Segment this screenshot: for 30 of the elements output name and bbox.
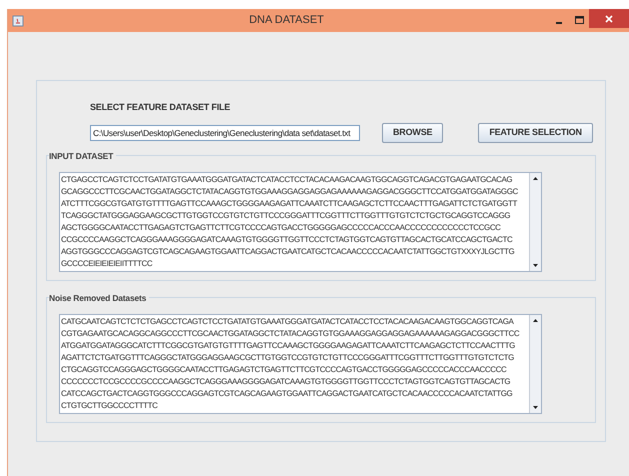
- file-path-field[interactable]: C:\Users\user\Desktop\Geneclustering\Geneclustering\data set\dataset.txt: [90, 124, 360, 140]
- app-icon: [12, 14, 24, 26]
- text-line: GCCCCEIEIEIEIEIITTTTCC: [61, 258, 154, 270]
- text-line: AGATTCTCTGATGGTTTCAGGGCTATGGGAGGAAGCGCTTGTGGTCCGTGTCTGTTCCCGGGATTTCGGTTTCTTGGTTTGTGTCTCTG: [61, 352, 515, 364]
- input-text-area[interactable]: [59, 172, 542, 272]
- text-line: CCCCCCCTCCGCCCCGCCCCAAGGCTCAGGGAAAGGGGAGATCAAAGTGTGGGGTTGGTTCCCTCTAGTGGTCAGTGTTAGCACTG: [61, 376, 512, 388]
- text-line: AGCTGGGGCAATACCTTGAGAGTCTGAGTTCTTCGTCCCCAGTGACCTGGGGGAGCCCCCACCCAACCCCCCCCCCCCTCCGCC: [61, 222, 502, 234]
- feature-selection-button[interactable]: FEATURE SELECTION: [478, 122, 593, 142]
- group-title: Noise Removed Datasets: [49, 292, 150, 304]
- text-line: CTGAGCCTCAGTCTCCTGATATGTGAAATGGGATGATACTCATACCTCCTACACAAGACAAGTGGCAGGTCAGACGTGAGAATGCACAG: [61, 174, 514, 186]
- scrollbar[interactable]: [529, 172, 541, 270]
- output-text-area[interactable]: [59, 314, 542, 414]
- browse-button[interactable]: BROWSE: [382, 122, 444, 142]
- close-icon: [605, 14, 613, 22]
- text-line: CATCCAGCTGACTCAGGTGGGCCCAGGAGTCGTCAGCAGAAGTGGAATTCAGGACTGAATCATGCTCACAACCCCCACAATCTATTGG: [61, 388, 514, 400]
- text-line: CTGCAGGTCCAGGGAGCTGGGGCAATACCTTGAGAGTCTGAGTTCTTCGTCCCCAGTGACCTGGGGGAGCCCCCACCCAACCCCC: [61, 364, 508, 376]
- window-title: DNA DATASET: [248, 13, 325, 28]
- text-line: TCAGGGCTATGGGAGGAAGCGCTTGTGGTCCGTGTCTGTTCCCGGGATTTCGGTTTCTTGGTTTGTGTCTCTGCTGCAGGTCCAGGG: [61, 210, 512, 222]
- file-label: SELECT FEATURE DATASET FILE: [90, 101, 232, 114]
- text-line: CTGTGCTTGGCCCCTTTTC: [61, 400, 158, 412]
- text-line: GCAGGCCCTTCGCAACTGGATAGGCTCTATACAGGTGTGGAAAGGAGGAGGAGAAAAAAGAGGACGGGCTTCCATGGATGGATAGGGC: [61, 186, 519, 198]
- text-line: CGTGAGAATGCACAGGCAGGCCCTTCGCAACTGGATAGGCTCTATACAGGTGTGGAAAGGAGGAGGAGAAAAAAGAGGACGGGCTTCC: [61, 328, 520, 340]
- scrollbar[interactable]: [529, 314, 541, 412]
- maximize-icon[interactable]: [574, 16, 584, 25]
- close-button[interactable]: [589, 9, 629, 28]
- text-line: ATCTTTCGGCGTGATGTGTTTTGAGTTCCAAAGCTGGGGAAGAGATTCAAATCTTCAAGAGCTCTTCCAACTTTGAGATTCTCTGATGGTT: [61, 198, 518, 210]
- text-line: CATGCAATCAGTCTCTCTGAGCCTCAGTCTCCTGATATGTGAAATGGGATGATACTCATACCTCCTACACAAGACAAGTGGCAGGTCAGA: [61, 316, 515, 328]
- text-line: AGGTGGGCCCAGGAGTCGTCAGCAGAAGTGGAATTCAGGACTGAATCATGCTCACAACCCCCACAATCTATTGGCTGTXXXYJLGCTTG: [61, 246, 516, 258]
- text-line: CCGCCCCAAGGCTCAGGGAAAGGGGAGATCAAAGTGTGGGGTTGGTTCCCTCTAGTGGTCAGTGTTAGCACTGCATCCAGCTGACTC: [61, 234, 514, 246]
- text-line: ATGGATGGATAGGGCATCTTTCGGCGTGATGTGTTTTGAGTTCCAAAGCTGGGGAAGAGATTCAAATCTTCAAGAGCTCTTCCAACTTTG: [61, 340, 516, 352]
